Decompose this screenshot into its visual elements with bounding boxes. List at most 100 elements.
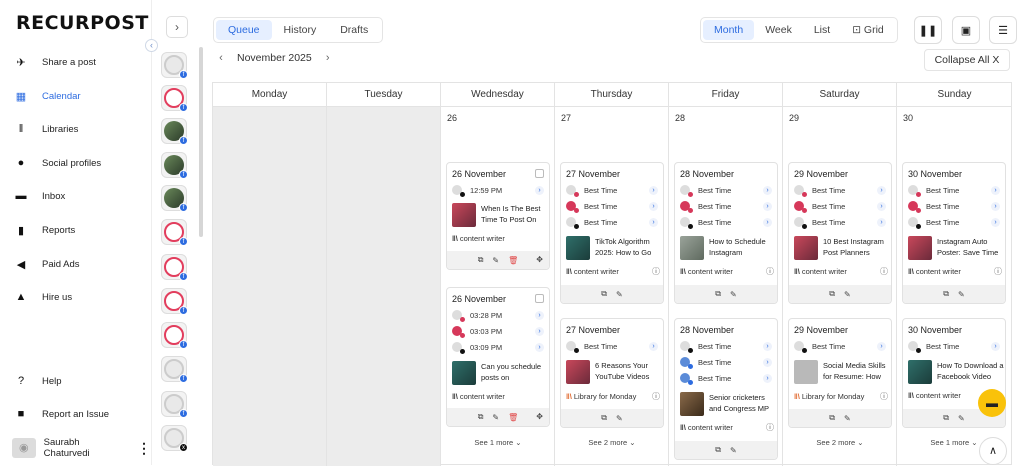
social-account[interactable]: f (161, 356, 188, 383)
time-slot[interactable]: Best Time › (908, 184, 1000, 197)
chevron-right-icon[interactable]: › (991, 341, 1000, 351)
post-card[interactable]: 26 November 03:28 PM › 03:03 PM › 03:09 PM… (446, 287, 550, 427)
sidebar-item-inbox[interactable]: ▬ Inbox (14, 186, 66, 206)
see-more-link[interactable]: See 2 more ⌄ (560, 438, 664, 447)
chevron-right-icon[interactable]: › (763, 201, 772, 211)
delete-icon[interactable]: 🗑 (508, 256, 518, 265)
info-icon[interactable]: ⓘ (880, 391, 888, 402)
chevron-right-icon[interactable]: › (649, 217, 658, 227)
chevron-right-icon[interactable]: › (991, 185, 1000, 195)
see-more-link[interactable]: See 1 more ⌄ (446, 438, 550, 447)
post-preview[interactable]: 10 Best Instagram Post Planners (794, 236, 890, 262)
social-account[interactable]: f (161, 322, 188, 349)
post-card[interactable]: 26 November 12:59 PM › When Is The Best T… (446, 162, 550, 270)
accounts-scrollbar[interactable] (199, 47, 203, 237)
chevron-right-icon[interactable]: › (877, 185, 886, 195)
post-card[interactable]: 29 November Best Time › Best Time › Best T… (788, 162, 892, 304)
social-account[interactable]: f (161, 185, 188, 212)
expand-accounts-button[interactable]: › (166, 16, 188, 38)
tab-grid[interactable]: ⊡ Grid (841, 20, 895, 40)
copy-icon[interactable]: ⧉ (601, 289, 607, 299)
chevron-right-icon[interactable]: › (535, 342, 544, 352)
time-slot[interactable]: Best Time › (566, 216, 658, 229)
tab-month[interactable]: Month (703, 20, 755, 40)
post-preview[interactable]: Instagram Auto Poster: Save Time (908, 236, 1004, 262)
post-card[interactable]: 28 November Best Time › Best Time › Best T… (674, 318, 778, 460)
time-slot[interactable]: 03:09 PM › (452, 341, 544, 354)
chevron-right-icon[interactable]: › (763, 357, 772, 367)
social-account[interactable]: f (161, 118, 188, 145)
collapse-all-button[interactable]: Collapse All X (924, 49, 1010, 71)
time-slot[interactable]: Best Time › (566, 184, 658, 197)
info-icon[interactable]: ⓘ (994, 266, 1002, 277)
copy-icon[interactable]: ⧉ (829, 413, 835, 423)
edit-icon[interactable]: ✎ (958, 414, 965, 423)
tab-queue[interactable]: Queue (216, 20, 272, 40)
time-slot[interactable]: Best Time › (908, 340, 1000, 353)
info-icon[interactable]: ⓘ (652, 391, 660, 402)
time-slot[interactable]: Best Time › (680, 372, 772, 385)
more-options-icon[interactable]: ⋮ (137, 440, 151, 457)
post-preview[interactable]: How to Schedule Instagram (680, 236, 776, 262)
pause-button[interactable]: ❚❚ (914, 16, 942, 44)
social-account[interactable]: f (161, 391, 188, 418)
edit-icon[interactable]: ✎ (844, 414, 851, 423)
edit-icon[interactable]: ✎ (844, 290, 851, 299)
post-card[interactable]: 29 November Best Time › Social Media Skil… (788, 318, 892, 428)
chevron-right-icon[interactable]: › (763, 185, 772, 195)
copy-icon[interactable]: ⧉ (715, 289, 721, 299)
time-slot[interactable]: Best Time › (908, 200, 1000, 213)
tab-list[interactable]: List (803, 20, 841, 40)
social-account[interactable]: f (161, 152, 188, 179)
post-preview[interactable]: TikTok Algorithm 2025: How to Go (566, 236, 662, 262)
social-account[interactable]: f (161, 219, 188, 246)
social-account[interactable]: f (161, 52, 188, 79)
prev-month-button[interactable]: ‹ (213, 52, 229, 64)
time-slot[interactable]: Best Time › (566, 340, 658, 353)
sidebar-item-share-a-post[interactable]: ✈ Share a post (14, 52, 95, 72)
chevron-right-icon[interactable]: › (763, 373, 772, 383)
post-preview[interactable]: 6 Reasons Your YouTube Videos (566, 360, 662, 386)
edit-icon[interactable]: ✎ (492, 256, 499, 265)
chevron-right-icon[interactable]: › (877, 341, 886, 351)
time-slot[interactable]: Best Time › (566, 200, 658, 213)
recurpost-logo[interactable]: RECURPOST (16, 12, 149, 34)
post-preview[interactable]: How To Download a Facebook Video (908, 360, 1004, 386)
info-icon[interactable]: ⓘ (766, 422, 774, 433)
time-slot[interactable]: Best Time › (680, 184, 772, 197)
edit-icon[interactable]: ✎ (492, 413, 499, 422)
scroll-to-top-button[interactable]: ∧ (979, 437, 1007, 465)
post-card[interactable]: 30 November Best Time › Best Time › Best T… (902, 162, 1006, 304)
time-slot[interactable]: Best Time › (794, 200, 886, 213)
chevron-right-icon[interactable]: › (649, 201, 658, 211)
chevron-right-icon[interactable]: › (763, 341, 772, 351)
chevron-right-icon[interactable]: › (649, 341, 658, 351)
sidebar-item-reports[interactable]: ▮ Reports (14, 220, 75, 240)
sidebar-item-calendar[interactable]: ▦ Calendar (14, 86, 81, 106)
chevron-right-icon[interactable]: › (763, 217, 772, 227)
time-slot[interactable]: Best Time › (794, 184, 886, 197)
info-icon[interactable]: ⓘ (652, 266, 660, 277)
post-preview[interactable]: When Is The Best Time To Post On (452, 203, 548, 229)
select-checkbox[interactable] (535, 169, 544, 178)
sidebar-item-paid-ads[interactable]: ◀ Paid Ads (14, 254, 80, 274)
collapse-sidebar-button[interactable]: ‹ (145, 39, 158, 52)
edit-icon[interactable]: ✎ (730, 446, 737, 455)
time-slot[interactable]: 03:03 PM › (452, 325, 544, 338)
time-slot[interactable]: Best Time › (794, 216, 886, 229)
time-slot[interactable]: Best Time › (680, 340, 772, 353)
post-card[interactable]: 28 November Best Time › Best Time › Best T… (674, 162, 778, 304)
chevron-right-icon[interactable]: › (991, 217, 1000, 227)
time-slot[interactable]: Best Time › (680, 216, 772, 229)
next-month-button[interactable]: › (320, 52, 336, 64)
sidebar-item-libraries[interactable]: ‖ Libraries (14, 119, 79, 139)
sidebar-item-report-an-issue[interactable]: ■ Report an Issue (14, 404, 109, 424)
calendar-settings-button[interactable]: ▣ (952, 16, 980, 44)
social-account[interactable]: f (161, 254, 188, 281)
sidebar-item-hire-us[interactable]: ▲ Hire us (14, 287, 73, 307)
user-menu[interactable]: ◉ Saurabh Chaturvedi ⋮ (12, 437, 151, 459)
time-slot[interactable]: Best Time › (680, 200, 772, 213)
social-account[interactable]: f (161, 85, 188, 112)
chevron-right-icon[interactable]: › (877, 201, 886, 211)
edit-icon[interactable]: ✎ (616, 290, 623, 299)
